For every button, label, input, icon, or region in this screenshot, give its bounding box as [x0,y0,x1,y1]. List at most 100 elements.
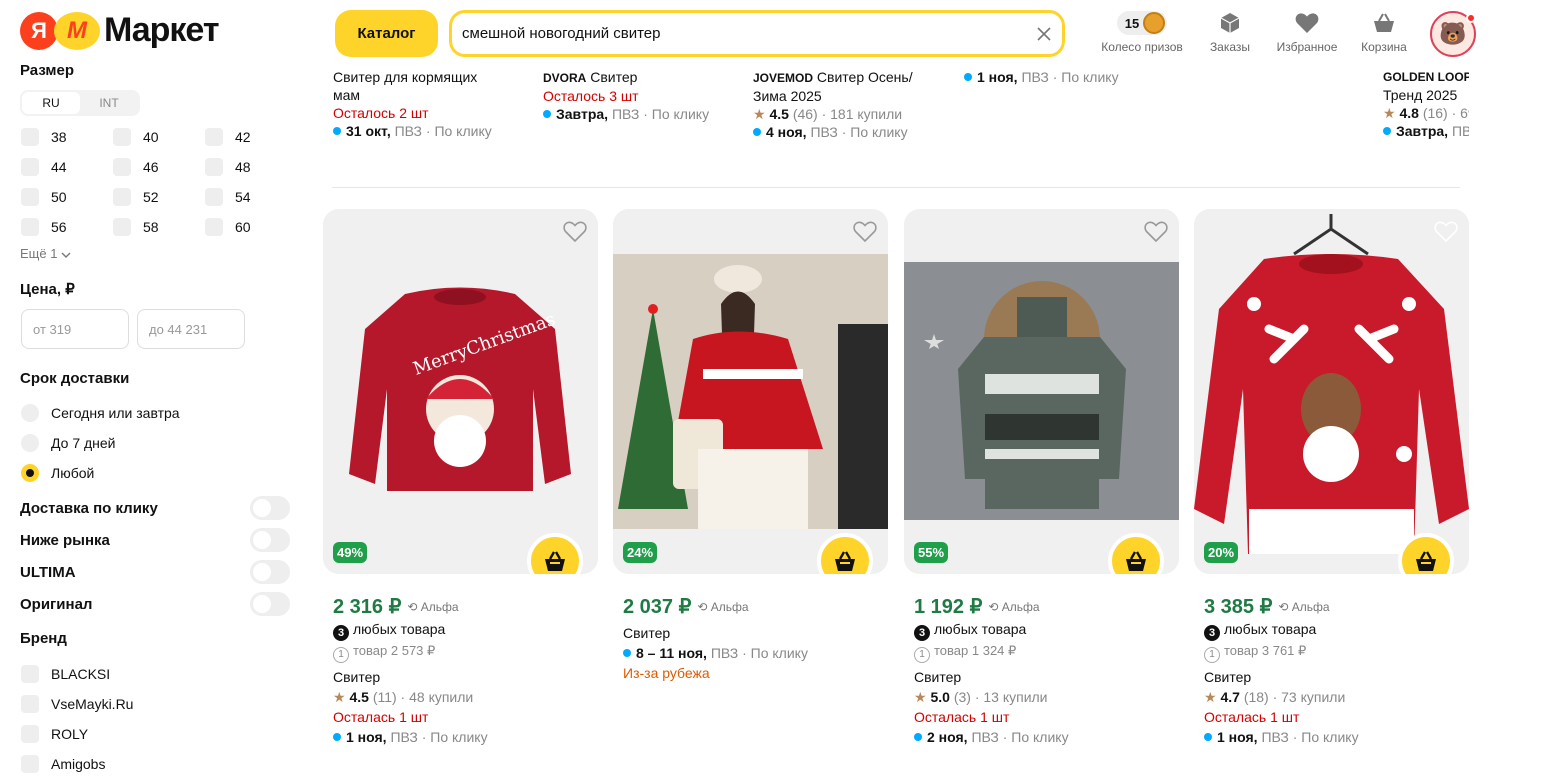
catalog-button[interactable]: Каталог [335,10,438,57]
product-title: Тренд 2025 [1383,87,1458,103]
star-icon: ★ [1204,688,1217,705]
logo-text: Маркет [104,11,220,49]
product-card[interactable]: MerryChristmas 49% 2 316 ₽ ⟲ Альфа 3 любых… [323,209,598,747]
size-checkbox[interactable]: 38 [21,128,67,146]
product-results: Свитер для кормящих мам Осталось 2 шт 31… [300,64,1557,777]
size-checkbox[interactable]: 48 [205,158,251,176]
product-title: Свитер для кормящих мам [333,69,478,103]
delivery-info: 8 – 11 ноя, ПВЗ · По клику [623,643,888,663]
star-icon: ★ [333,688,346,705]
delivery-option-selected[interactable]: Любой [21,464,94,482]
product-title: Свитер [914,668,962,685]
header: Я M Маркет Каталог 15 Колесо призов Зака… [0,0,1557,64]
size-checkbox[interactable]: 52 [113,188,159,206]
abroad-label: Из-за рубежа [623,665,710,681]
price: 3 385 ₽ [1204,596,1273,618]
favorite-heart-icon[interactable] [562,219,588,245]
product-card[interactable]: 24% 2 037 ₽ ⟲ Альфа Свитер 8 – 11 ноя, ПВ… [613,209,888,683]
delivery-option[interactable]: Сегодня или завтра [21,404,180,422]
search-input[interactable] [462,25,1026,42]
nav-label: Корзина [1361,40,1407,54]
price-from-input[interactable]: от 319 [21,309,129,349]
brand-checkbox[interactable]: VseMayki.Ru [21,695,133,713]
product-card[interactable]: 20% 3 385 ₽ ⟲ Альфа 3 любых товара 1 товар … [1194,209,1469,747]
size-checkbox[interactable]: 50 [21,188,67,206]
nav-orders[interactable]: Заказы [1205,10,1255,54]
product-title: Свитер [623,625,671,641]
alfa-badge: ⟲ Альфа [407,599,459,614]
discount-badge: 20% [1204,542,1239,563]
search-bar [449,10,1065,57]
filters-sidebar: Размер RU INT 38 40 42 44 46 48 50 52 54… [0,64,300,777]
single-offer: 1 товар 2 573 ₽ [333,641,598,663]
delivery-info: 1 ноя, ПВЗ · По клику [964,68,1164,86]
price-to-input[interactable]: до 44 231 [137,309,245,349]
favorite-heart-icon[interactable] [1143,219,1169,245]
size-checkbox[interactable]: 46 [113,158,159,176]
product-card-partial[interactable]: GOLDEN LOOP Тренд 2025 ★ 4.8 (16) · 69 З… [1383,68,1469,140]
tab-ru[interactable]: RU [22,92,80,114]
logo-ya: Я [20,11,58,50]
toggle-ultima[interactable]: ULTIMA [20,560,290,584]
nav-label: Заказы [1209,40,1251,54]
product-image[interactable]: 24% [613,209,888,574]
product-image[interactable]: 20% [1194,209,1469,574]
rating: ★ 4.5 (46) · 181 купили [753,106,903,122]
reindeer-sweater-image [1194,209,1469,574]
rating: ★ 5.0 (3) · 13 купили [914,688,1048,705]
product-card[interactable]: 55% 1 192 ₽ ⟲ Альфа 3 любых товара 1 товар … [904,209,1179,747]
cart-icon [1126,551,1146,571]
box-icon [1220,13,1240,33]
size-checkbox[interactable]: 44 [21,158,67,176]
size-checkbox[interactable]: 40 [113,128,159,146]
stock-label: Осталось 3 шт [543,88,639,104]
multi-offer: 3 любых товара [914,619,1179,641]
delivery-option[interactable]: До 7 дней [21,434,116,452]
tab-int[interactable]: INT [80,92,138,114]
show-more-sizes[interactable]: Ещё 1 [20,246,71,261]
discount-badge: 49% [333,542,368,563]
toggle-switch[interactable] [250,560,290,584]
toggle-switch[interactable] [250,592,290,616]
stock-label: Осталось 2 шт [333,105,429,121]
toggle-switch[interactable] [250,528,290,552]
cart-icon [835,551,855,571]
brand-filter-title: Бренд [20,630,67,647]
stock-label: Осталась 1 шт [333,708,429,725]
nav-prize-wheel[interactable]: 15 Колесо призов [1096,10,1188,54]
delivery-info: 31 окт, ПВЗ · По клику [333,122,503,140]
size-checkbox[interactable]: 42 [205,128,251,146]
size-system-tabs: RU INT [20,90,140,116]
nav-favorites[interactable]: Избранное [1272,10,1342,54]
nav-cart[interactable]: Корзина [1356,10,1412,54]
star-icon: ★ [1383,105,1396,121]
toggle-original[interactable]: Оригинал [20,592,290,616]
product-image[interactable]: MerryChristmas 49% [323,209,598,574]
size-checkbox[interactable]: 54 [205,188,251,206]
brand-checkbox[interactable]: BLACKSI [21,665,110,683]
santa-sweater-image: MerryChristmas [323,209,598,574]
favorite-heart-icon[interactable] [1433,219,1459,245]
product-card-partial[interactable]: JOVEMOD Свитер Осень/ Зима 2025 ★ 4.5 (4… [753,68,923,141]
size-checkbox[interactable]: 58 [113,218,159,236]
toggle-below-market[interactable]: Ниже рынка [20,528,290,552]
grey-fairisle-sweater-image [904,209,1179,574]
product-image[interactable]: 55% [904,209,1179,574]
toggle-delivery-click[interactable]: Доставка по клику [20,496,290,520]
heart-icon [1295,13,1319,34]
brand-checkbox[interactable]: ROLY [21,725,88,743]
toggle-switch[interactable] [250,496,290,520]
brand-checkbox[interactable]: Amigobs [21,755,105,773]
size-checkbox[interactable]: 60 [205,218,251,236]
discount-badge: 24% [623,542,658,563]
product-card-partial[interactable]: 1 ноя, ПВЗ · По клику [964,68,1164,86]
rating: ★ 4.8 (16) · 69 [1383,105,1469,121]
market-logo[interactable]: Я M Маркет [20,11,220,50]
favorite-heart-icon[interactable] [852,219,878,245]
rating: ★ 4.7 (18) · 73 купили [1204,688,1346,705]
product-card-partial[interactable]: Свитер для кормящих мам Осталось 2 шт 31… [333,68,503,140]
product-card-partial[interactable]: DVORA Свитер Осталось 3 шт Завтра, ПВЗ ·… [543,68,743,123]
close-icon[interactable] [1026,26,1062,41]
size-checkbox[interactable]: 56 [21,218,67,236]
product-title: Свитер [1204,668,1252,685]
